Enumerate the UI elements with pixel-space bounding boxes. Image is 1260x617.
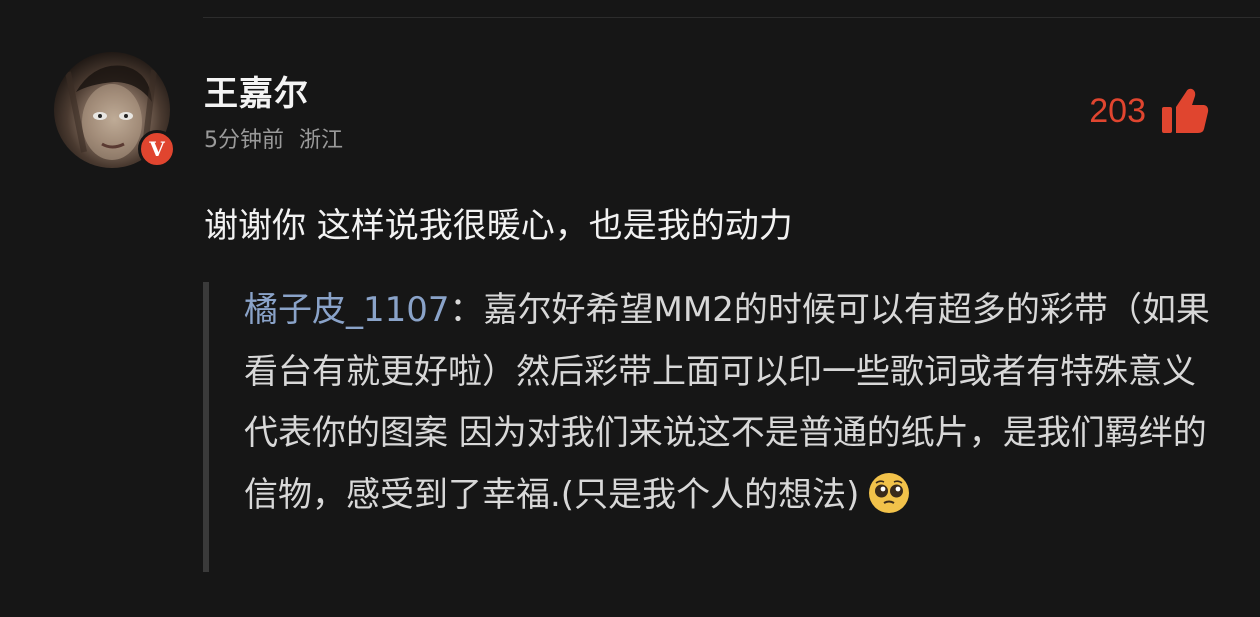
quote-bar xyxy=(203,282,209,572)
comment-meta: 5分钟前 浙江 xyxy=(204,122,343,154)
thumbs-up-icon xyxy=(1162,88,1209,133)
like-button[interactable]: 203 xyxy=(1089,86,1210,136)
comment-text: 谢谢你 这样说我很暖心，也是我的动力 xyxy=(204,206,793,246)
pleading-face-icon xyxy=(869,473,910,513)
quoted-comment: 橘子皮_1107：嘉尔好希望MM2的时候可以有超多的彩带（如果看台有就更好啦）然… xyxy=(244,280,1214,526)
verified-badge: V xyxy=(138,130,176,168)
comment-location: 浙江 xyxy=(299,128,344,153)
like-count: 203 xyxy=(1089,91,1146,130)
username[interactable]: 王嘉尔 xyxy=(204,66,309,115)
top-divider xyxy=(203,17,1260,18)
quote-separator: ： xyxy=(449,290,484,330)
quote-author[interactable]: 橘子皮_1107 xyxy=(244,290,450,330)
user-avatar[interactable]: V xyxy=(54,52,176,168)
comment-time: 5分钟前 xyxy=(204,128,284,153)
